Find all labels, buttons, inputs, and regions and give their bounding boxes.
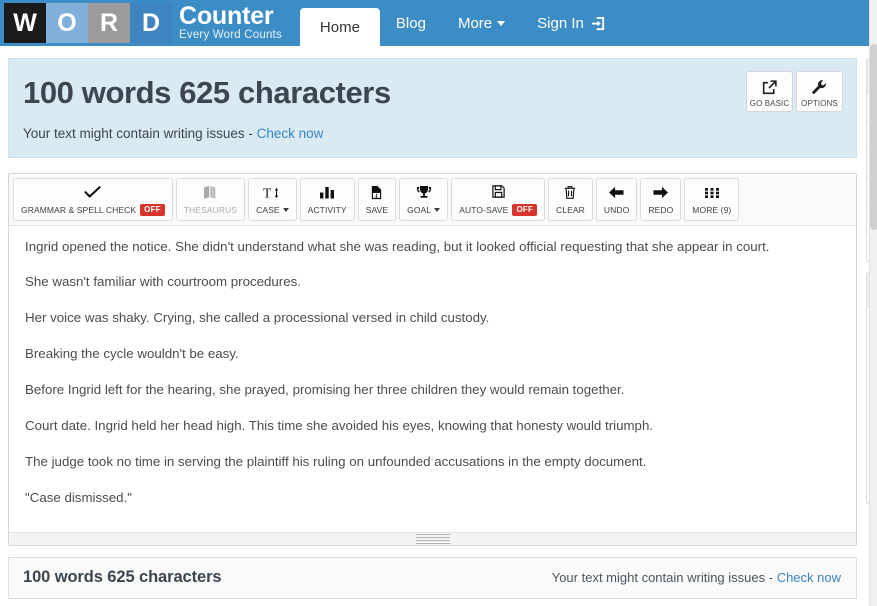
editor-paragraph: Before Ingrid left for the hearing, she … [25, 382, 625, 398]
thesaurus-label: THESAURUS [183, 204, 238, 215]
nav-item-more[interactable]: More [442, 0, 521, 46]
editor-paragraph: The judge took no time in serving the pl… [25, 454, 647, 470]
page-scrollbar-track[interactable] [869, 0, 877, 606]
activity-button[interactable]: ACTIVITY [299, 177, 355, 221]
page-stage: 100 words 625 characters Your text might… [0, 46, 877, 599]
arrow-right-icon [652, 184, 669, 202]
logo-tile-d: D [130, 3, 172, 43]
main-navigation: Home Blog More Sign In [299, 0, 622, 46]
svg-text:T: T [263, 185, 272, 200]
options-label: OPTIONS [801, 98, 838, 108]
more-button[interactable]: MORE (9) [684, 177, 740, 221]
undo-button[interactable]: UNDO [595, 177, 638, 221]
options-button[interactable]: OPTIONS [796, 71, 843, 112]
case-button[interactable]: T CASE [248, 177, 297, 221]
editor-paragraph: Her voice was shaky. Crying, she called … [25, 310, 490, 326]
chevron-down-icon [497, 20, 506, 26]
more-label: MORE (9) [692, 204, 732, 215]
logo-letter-tiles: W O R D [4, 3, 172, 43]
auto-save-off-badge: OFF [512, 203, 538, 216]
logo-wordmark: Counter [179, 2, 274, 31]
redo-label: REDO [648, 204, 674, 215]
site-logo[interactable]: W O R D Counter Every Word Counts [0, 0, 282, 46]
page-title: 100 words 625 characters [23, 75, 391, 110]
go-basic-label: GO BASIC [749, 98, 790, 108]
save-document-icon [369, 184, 384, 202]
status-word-count: 100 words 625 characters [23, 568, 222, 587]
case-label: CASE [256, 205, 289, 215]
status-check-now-link[interactable]: Check now [777, 570, 841, 585]
text-editor[interactable]: Ingrid opened the notice. She didn't und… [9, 225, 856, 532]
text-case-icon: T [263, 184, 281, 202]
editor-paragraph: She wasn't familiar with courtroom proce… [25, 274, 301, 290]
logo-tile-o: O [46, 3, 88, 43]
word-count-panel: 100 words 625 characters Your text might… [8, 58, 857, 158]
top-navbar: W O R D Counter Every Word Counts Home B… [0, 0, 877, 46]
go-basic-button[interactable]: GO BASIC [746, 71, 793, 112]
logo-wordmark-group: Counter Every Word Counts [179, 4, 282, 42]
nav-item-blog[interactable]: Blog [380, 0, 442, 46]
grammar-off-badge: OFF [140, 203, 165, 216]
editor-paragraph: Ingrid opened the notice. She didn't und… [25, 238, 770, 254]
nav-item-sign-in-label: Sign In [537, 14, 584, 32]
resize-grip-icon [415, 533, 450, 544]
editor-toolbar: GRAMMAR & SPELL CHECK OFF THESAURUS T CA… [9, 173, 856, 226]
case-chevron-down-icon [282, 207, 289, 212]
save-label: SAVE [365, 204, 389, 215]
goal-button[interactable]: GOAL [399, 177, 449, 221]
nav-item-home[interactable]: Home [299, 8, 380, 46]
nav-item-sign-in[interactable]: Sign In [521, 0, 622, 46]
logo-tagline: Every Word Counts [179, 29, 282, 42]
goal-label: GOAL [407, 205, 441, 215]
nav-item-blog-label: Blog [395, 14, 426, 32]
check-now-link[interactable]: Check now [257, 126, 324, 141]
floppy-disk-icon [491, 183, 506, 201]
logo-tile-w: W [4, 3, 46, 43]
editor-paragraph: Court date. Ingrid held her head high. T… [25, 418, 654, 434]
status-writing-issues: Your text might contain writing issues -… [552, 570, 841, 585]
save-button[interactable]: SAVE [357, 177, 397, 221]
auto-save-button[interactable]: AUTO-SAVE OFF [451, 177, 546, 221]
sign-in-icon [591, 16, 606, 31]
panel-action-buttons: GO BASIC OPTIONS [746, 71, 843, 112]
nav-item-home-label: Home [319, 18, 360, 36]
grammar-spell-check-button[interactable]: GRAMMAR & SPELL CHECK OFF [13, 177, 173, 221]
wrench-icon [811, 78, 828, 97]
editor-paragraph: Breaking the cycle wouldn't be easy. [25, 346, 239, 362]
check-icon [84, 183, 101, 201]
editor-paragraph: "Case dismissed." [25, 490, 132, 506]
external-link-icon [761, 78, 778, 97]
arrow-left-icon [608, 184, 625, 202]
grid-icon [704, 184, 720, 202]
book-icon [202, 184, 218, 202]
trophy-icon [416, 184, 432, 202]
bar-chart-icon [319, 184, 335, 202]
writing-issues-text: Your text might contain writing issues - [23, 125, 257, 141]
goal-chevron-down-icon [434, 207, 441, 212]
activity-label: ACTIVITY [307, 204, 347, 215]
status-bar: 100 words 625 characters Your text might… [8, 556, 857, 599]
thesaurus-button[interactable]: THESAURUS [175, 177, 246, 221]
page-scrollbar-thumb[interactable] [870, 44, 877, 230]
editor-container: GRAMMAR & SPELL CHECK OFF THESAURUS T CA… [8, 172, 857, 546]
logo-tile-r: R [88, 3, 130, 43]
nav-item-more-label: More [457, 14, 493, 32]
clear-label: CLEAR [556, 204, 585, 215]
grammar-spell-check-label: GRAMMAR & SPELL CHECK OFF [21, 203, 165, 216]
writing-issues-notice: Your text might contain writing issues -… [23, 126, 838, 141]
undo-label: UNDO [603, 204, 630, 215]
status-issues-text: Your text might contain writing issues - [551, 570, 777, 586]
redo-button[interactable]: REDO [640, 177, 682, 221]
trash-icon [563, 184, 577, 202]
clear-button[interactable]: CLEAR [548, 177, 593, 221]
auto-save-label: AUTO-SAVE OFF [459, 203, 538, 216]
editor-resize-handle[interactable] [9, 531, 856, 545]
